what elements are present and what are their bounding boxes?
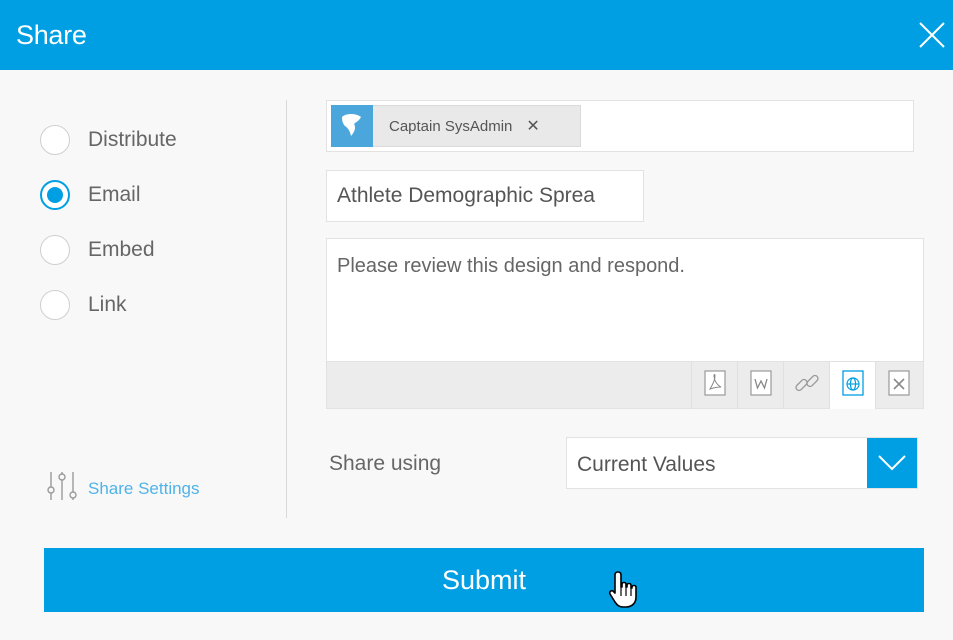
link-icon [793, 369, 821, 402]
subject-input[interactable] [326, 170, 644, 222]
option-distribute[interactable]: Distribute [40, 122, 177, 158]
share-settings-label: Share Settings [88, 478, 200, 498]
web-icon [841, 370, 864, 401]
share-using-select[interactable]: Current Values [566, 437, 918, 489]
avatar [331, 105, 373, 147]
pdf-icon [703, 370, 726, 401]
word-icon [749, 370, 772, 401]
option-label: Email [88, 183, 141, 206]
remove-recipient-icon[interactable]: ✕ [526, 116, 539, 136]
dialog-title: Share [16, 20, 87, 50]
format-link-button[interactable] [783, 362, 829, 409]
sliders-icon [46, 470, 80, 507]
share-settings-link[interactable]: Share Settings [46, 470, 200, 507]
chevron-down-icon[interactable] [867, 438, 917, 488]
recipient-chip: Captain SysAdmin ✕ [331, 105, 581, 147]
excel-icon [887, 370, 910, 401]
submit-button[interactable]: Submit [44, 548, 924, 612]
share-using-label: Share using [329, 452, 442, 475]
format-pdf-button[interactable] [691, 362, 737, 409]
format-toolbar [327, 361, 923, 409]
distribute-radio[interactable] [40, 125, 70, 155]
link-radio[interactable] [40, 290, 70, 320]
option-label: Distribute [88, 128, 177, 151]
share-using-value: Current Values [577, 453, 716, 476]
format-word-button[interactable] [737, 362, 783, 409]
option-label: Link [88, 293, 127, 316]
option-link[interactable]: Link [40, 287, 127, 323]
hand-cursor-icon [608, 570, 642, 615]
option-label: Embed [88, 238, 155, 261]
dialog-header: Share [0, 0, 953, 70]
option-email[interactable]: Email [40, 177, 141, 213]
email-radio[interactable] [40, 180, 70, 210]
vertical-divider [286, 100, 287, 518]
message-textarea[interactable]: Please review this design and respond. [327, 239, 923, 361]
recipients-field[interactable]: Captain SysAdmin ✕ [326, 100, 914, 152]
recipient-name: Captain SysAdmin [389, 117, 513, 135]
option-embed[interactable]: Embed [40, 232, 155, 268]
message-box: Please review this design and respond. [326, 238, 924, 409]
format-web-button[interactable] [829, 362, 875, 409]
close-icon[interactable] [917, 20, 947, 50]
embed-radio[interactable] [40, 235, 70, 265]
format-excel-button[interactable] [875, 362, 921, 409]
